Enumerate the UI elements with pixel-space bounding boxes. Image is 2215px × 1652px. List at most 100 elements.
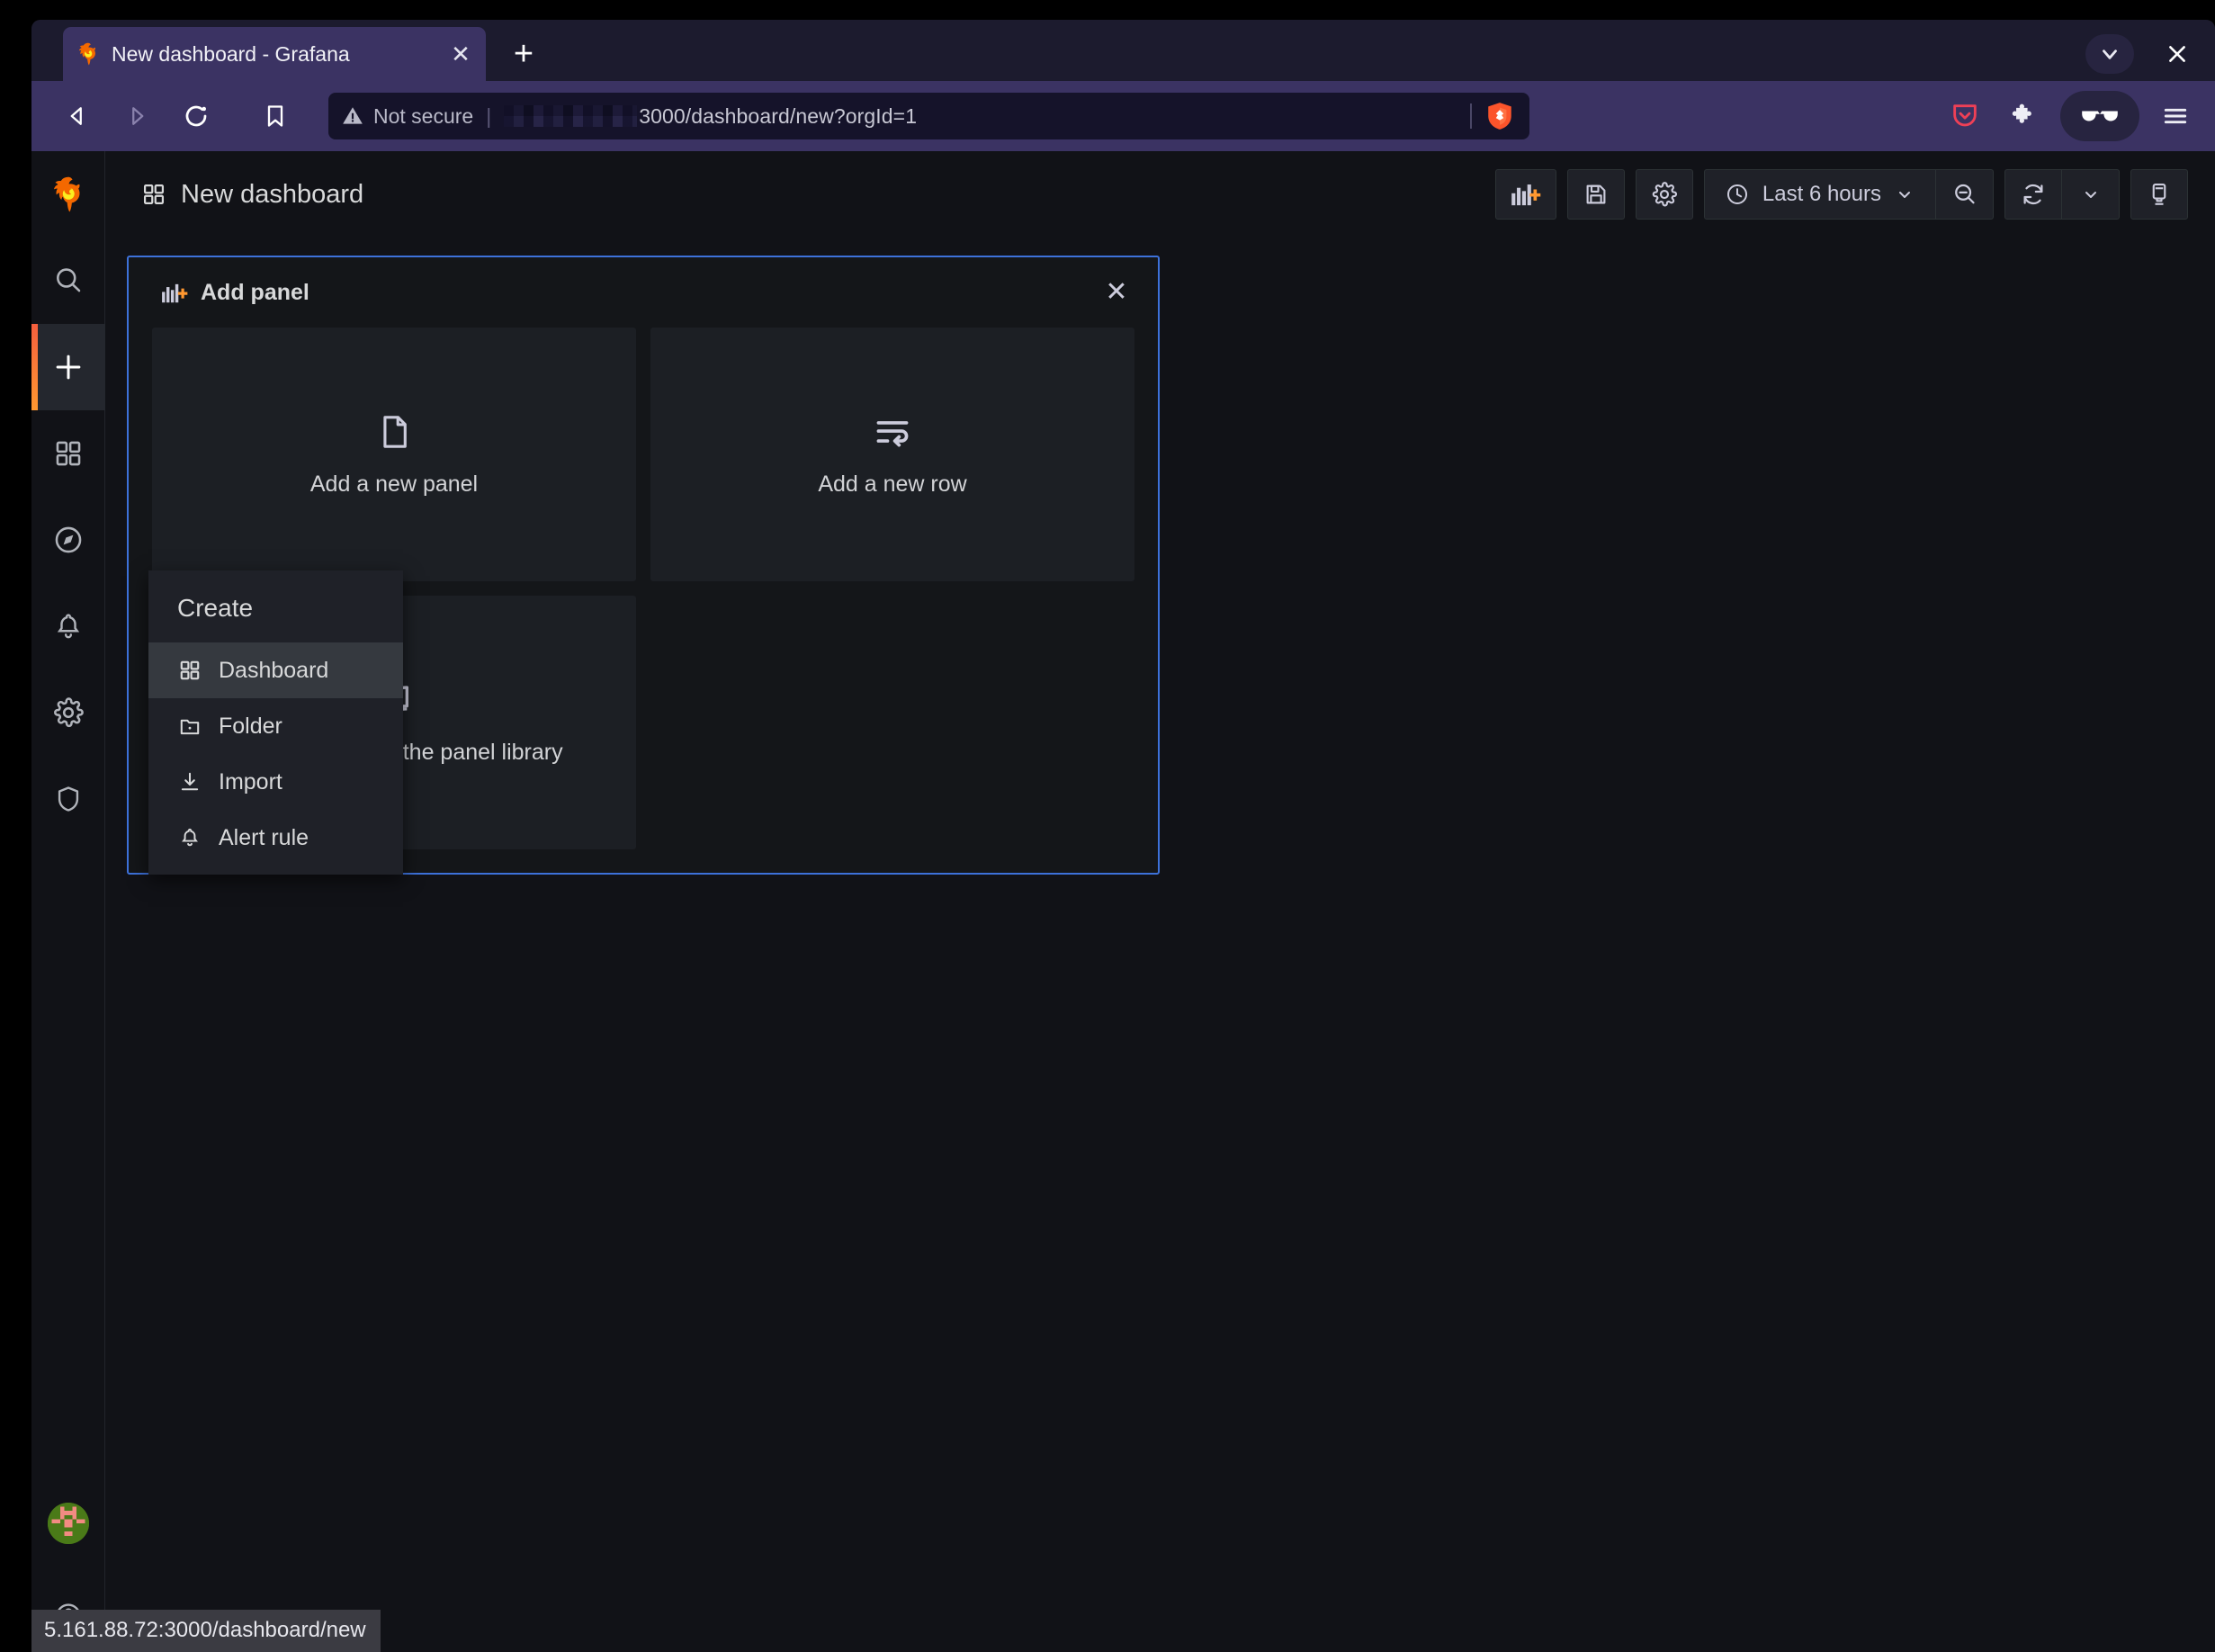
browser-navigation-bar: Not secure | 3000/dashboard/new?orgId=1 (31, 81, 2215, 151)
folder-plus-icon (177, 714, 202, 739)
browser-tab[interactable]: New dashboard - Grafana ✕ (63, 27, 486, 81)
hamburger-menu-icon[interactable] (2152, 93, 2199, 139)
create-menu-title: Create (177, 594, 254, 622)
add-panel-icon (161, 281, 188, 305)
sidebar-item-explore[interactable] (31, 497, 105, 583)
empty-slot (650, 596, 1134, 849)
create-menu-item-import[interactable]: Import (148, 754, 403, 810)
add-new-row-label: Add a new row (818, 471, 967, 497)
breadcrumb[interactable]: New dashboard (141, 180, 363, 210)
chevron-down-icon (1894, 184, 1915, 205)
browser-tab-title: New dashboard - Grafana (112, 41, 350, 66)
create-menu-item-label: Import (219, 768, 282, 795)
import-download-icon (177, 769, 202, 795)
refresh-group (2004, 169, 2120, 220)
chevron-down-icon (2080, 184, 2102, 205)
shield-icon (53, 784, 84, 814)
add-panel-title-group: Add panel (161, 280, 309, 306)
dashboard-canvas: Add panel ✕ Add a new panel Add a new ro… (105, 238, 2215, 1652)
save-floppy-icon (1583, 181, 1610, 208)
chevron-down-icon[interactable] (2085, 34, 2134, 74)
status-bar-url: 5.161.88.72:3000/dashboard/new (31, 1610, 381, 1652)
bookmark-icon[interactable] (249, 90, 301, 142)
user-avatar[interactable] (47, 1503, 89, 1544)
create-menu-item-label: Dashboard (219, 657, 329, 683)
url-separator: | (486, 103, 492, 128)
dashboard-toolbar: Last 6 hours (1494, 169, 2188, 220)
add-panel-button[interactable] (1494, 169, 1556, 220)
browser-window: New dashboard - Grafana ✕ + Not secure |… (31, 20, 2215, 1652)
add-panel-header: Add panel ✕ (129, 257, 1158, 328)
gear-icon (1651, 181, 1678, 208)
forward-arrow-icon[interactable] (111, 90, 163, 142)
page-title: New dashboard (181, 179, 364, 209)
grafana-logo-icon (76, 41, 101, 67)
zoom-out-time-range-button[interactable] (1936, 169, 1994, 220)
add-panel-title: Add panel (201, 279, 309, 305)
warning-triangle-icon (341, 104, 364, 128)
apps-grid-icon (141, 182, 166, 207)
address-bar-text: 3000/dashboard/new?orgId=1 (639, 103, 918, 128)
redacted-host (504, 105, 638, 127)
dashboard-settings-button[interactable] (1635, 169, 1693, 220)
divider (1470, 103, 1472, 129)
apps-grid-icon (177, 658, 202, 683)
zoom-out-icon (1951, 181, 1978, 208)
browser-toolbar-actions (1941, 81, 2199, 151)
grafana-app: New dashboard Last 6 hours Add panel ✕ A… (31, 151, 2215, 1652)
sidebar-item-create[interactable] (31, 324, 105, 410)
close-icon[interactable]: ✕ (1099, 274, 1134, 310)
time-range-picker[interactable]: Last 6 hours (1703, 169, 1936, 220)
address-bar-actions (1470, 93, 1529, 139)
reload-icon[interactable] (170, 90, 222, 142)
add-new-panel-label: Add a new panel (309, 471, 479, 497)
add-panel-icon (1511, 181, 1541, 208)
private-glasses-icon[interactable] (2060, 91, 2139, 141)
back-arrow-icon[interactable] (51, 90, 103, 142)
refresh-interval-dropdown[interactable] (2062, 169, 2120, 220)
clock-icon (1725, 182, 1750, 207)
create-menu-item-label: Alert rule (219, 824, 309, 850)
file-plus-icon (374, 412, 414, 452)
sidebar-item-dashboards[interactable] (31, 410, 105, 497)
address-bar[interactable]: Not secure | 3000/dashboard/new?orgId=1 (328, 93, 1529, 139)
create-dropdown-menu: Create Dashboard Folder Import Alert rul… (148, 570, 403, 875)
tab-close-icon[interactable]: ✕ (448, 41, 473, 67)
refresh-button[interactable] (2004, 169, 2062, 220)
sidebar-item-search[interactable] (31, 238, 105, 324)
tv-kiosk-icon (2146, 181, 2173, 208)
grafana-logo-icon[interactable] (31, 151, 105, 238)
gear-icon (52, 696, 85, 729)
kiosk-mode-button[interactable] (2130, 169, 2188, 220)
sidebar-item-server-admin[interactable] (31, 756, 105, 842)
compass-icon (52, 524, 85, 556)
time-range-group: Last 6 hours (1703, 169, 1994, 220)
brave-shield-icon[interactable] (1484, 101, 1515, 131)
close-icon[interactable] (2157, 34, 2197, 74)
sidebar-item-configuration[interactable] (31, 669, 105, 756)
new-tab-button[interactable]: + (500, 31, 547, 77)
pocket-icon[interactable] (1941, 93, 1988, 139)
create-menu-item-label: Folder (219, 713, 282, 739)
grafana-sidebar (31, 151, 105, 1652)
create-menu-item-alert-rule[interactable]: Alert rule (148, 810, 403, 866)
add-new-panel-card[interactable]: Add a new panel (152, 328, 636, 581)
extensions-puzzle-icon[interactable] (2001, 93, 2048, 139)
add-new-row-card[interactable]: Add a new row (650, 328, 1134, 581)
create-menu-item-folder[interactable]: Folder (148, 698, 403, 754)
window-controls (2085, 34, 2197, 74)
search-icon (52, 265, 85, 297)
browser-tab-strip: New dashboard - Grafana ✕ + (31, 20, 2215, 81)
bell-icon (177, 825, 202, 850)
create-menu-item-dashboard[interactable]: Dashboard (148, 642, 403, 698)
apps-grid-icon (53, 438, 84, 469)
refresh-icon (2020, 181, 2047, 208)
sidebar-item-alerting[interactable] (31, 583, 105, 669)
security-status-label: Not secure (373, 103, 474, 128)
save-dashboard-button[interactable] (1566, 169, 1625, 220)
wrap-text-icon (873, 412, 912, 452)
plus-icon (51, 350, 85, 384)
dashboard-header: New dashboard Last 6 hours (105, 151, 2215, 238)
bell-icon (53, 611, 84, 642)
time-range-label: Last 6 hours (1762, 182, 1881, 206)
